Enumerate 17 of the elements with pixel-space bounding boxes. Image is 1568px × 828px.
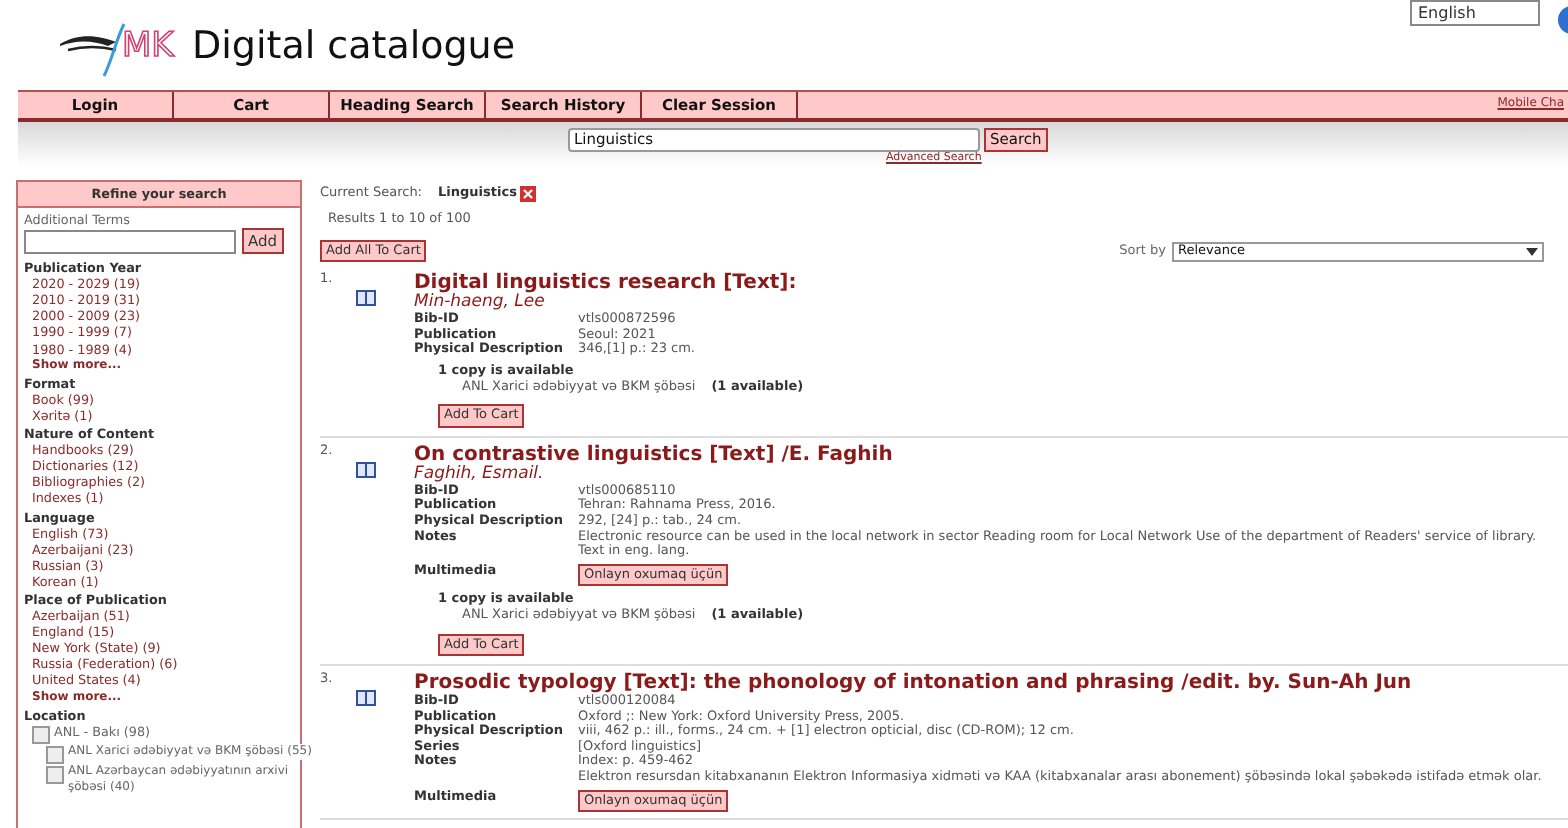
result-title-link[interactable]: Digital linguistics research [Text]: [414,272,797,295]
remove-icon[interactable] [520,186,537,202]
location-checkbox[interactable] [32,725,50,744]
location-checkbox[interactable] [46,765,64,784]
catalogue-title: Digital catalogue [192,23,516,67]
author-link[interactable]: Min-haeng, Lee [414,294,545,313]
book-icon [356,290,376,307]
location-checkbox[interactable] [46,745,64,764]
caret-icon [1526,248,1538,256]
result-title-link[interactable]: Prosodic typology [Text]: the phonology of intonation and phrasing /edit. by. Sun-Ah Jun [414,672,1412,695]
language-select[interactable]: English [1410,0,1540,26]
book-icon [356,690,376,707]
book-icon [356,461,376,478]
result-title-link[interactable]: On contrastive linguistics [Text] /E. Faghih [414,443,893,466]
additional-terms-field[interactable] [24,229,236,254]
author-link[interactable]: Faghih, Esmail. [414,465,544,484]
logo-drawing: MK [56,11,180,79]
